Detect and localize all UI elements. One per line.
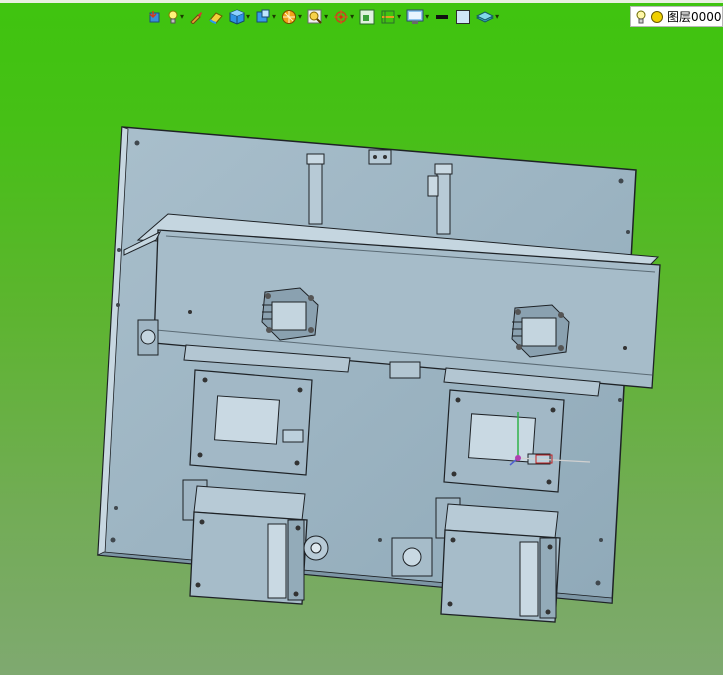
cad-model[interactable] bbox=[0, 0, 723, 675]
gripper-head-right[interactable] bbox=[435, 497, 561, 623]
motor-mount-left bbox=[261, 287, 319, 341]
side-bearing bbox=[137, 319, 159, 356]
cad-viewport[interactable]: ▾ ▾ ▾ ▾ ▾ ▾ ▾ ▾ ▾ 图层0000 bbox=[0, 0, 723, 675]
carriage-right[interactable] bbox=[443, 389, 565, 493]
carriage-left[interactable] bbox=[189, 369, 313, 476]
motor-mount-right bbox=[511, 304, 570, 358]
guide-rod-left bbox=[306, 153, 325, 225]
top-bracket bbox=[368, 149, 392, 165]
center-fitting bbox=[391, 537, 433, 577]
